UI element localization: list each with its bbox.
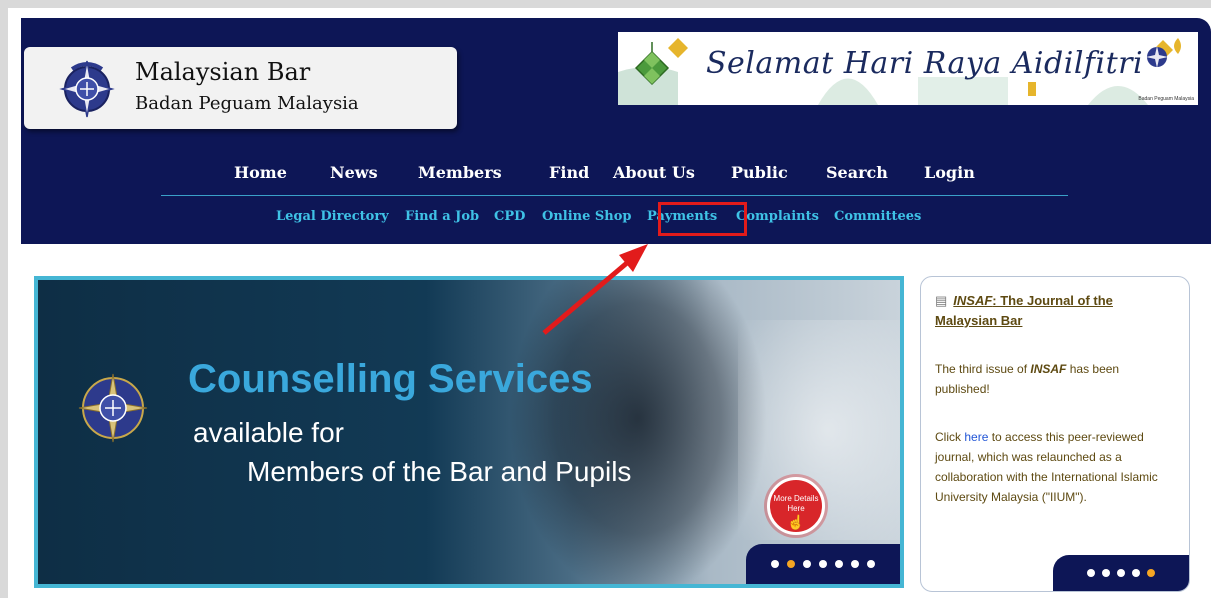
insaf-body-pre: Click [935, 430, 965, 444]
hero-slide-dot-4[interactable] [819, 560, 827, 568]
hero-subtitle-line2: Members of the Bar and Pupils [247, 456, 632, 487]
hero-slide-dot-5[interactable] [835, 560, 843, 568]
subnav-cpd[interactable]: CPD [494, 209, 525, 224]
insaf-card-intro: The third issue of INSAF has been publis… [935, 359, 1175, 399]
insaf-card-title[interactable]: ▤ INSAF: The Journal of the Malaysian Bar [935, 291, 1175, 331]
insaf-title-em: INSAF [953, 293, 993, 308]
hero-title: Counselling Services [188, 357, 593, 401]
banner-caption: Badan Peguam Malaysia [1138, 96, 1194, 102]
nav-members[interactable]: Members [418, 163, 502, 182]
browser-viewport: Malaysian Bar Badan Peguam Malaysia Sela… [8, 8, 1211, 598]
banner-greeting: Selamat Hari Raya Aidilfitri [706, 46, 1144, 81]
side-slide-dot-1[interactable] [1087, 569, 1095, 577]
hero-emblem-icon [78, 373, 148, 443]
nav-login[interactable]: Login [924, 163, 975, 182]
insaf-intro-em: INSAF [1030, 362, 1067, 376]
nav-about-us[interactable]: About Us [613, 163, 695, 182]
side-slide-dot-2[interactable] [1102, 569, 1110, 577]
insaf-intro-pre: The third issue of [935, 362, 1031, 376]
hero-slide-dot-1[interactable] [771, 560, 779, 568]
hero-slide-dot-3[interactable] [803, 560, 811, 568]
subnav-committees[interactable]: Committees [834, 209, 921, 224]
nav-public[interactable]: Public [731, 163, 788, 182]
payments-highlight-box [658, 202, 747, 236]
nav-home[interactable]: Home [234, 163, 287, 182]
nav-search[interactable]: Search [826, 163, 888, 182]
subnav-complaints[interactable]: Complaints [736, 209, 819, 224]
subnav-legal-directory[interactable]: Legal Directory [276, 209, 389, 224]
subnav-find-a-job[interactable]: Find a Job [405, 209, 479, 224]
hari-raya-banner: Selamat Hari Raya Aidilfitri Badan Pegua… [618, 32, 1198, 105]
more-details-label-2: Here [787, 504, 805, 513]
hero-pagination [746, 544, 900, 584]
banner-emblem-icon [1146, 46, 1168, 68]
hero-slide-dot-2[interactable] [787, 560, 795, 568]
nav-news[interactable]: News [330, 163, 378, 182]
more-details-label: More Details [773, 494, 819, 503]
site-header: Malaysian Bar Badan Peguam Malaysia Sela… [21, 18, 1211, 244]
calendar-icon: ▤ [935, 293, 948, 308]
hero-carousel[interactable]: Counselling Services available for Membe… [34, 276, 904, 588]
hero-slide-dot-7[interactable] [867, 560, 875, 568]
pointer-hand-icon: ☝ [787, 514, 805, 530]
subnav-online-shop[interactable]: Online Shop [542, 209, 632, 224]
side-slide-dot-4[interactable] [1132, 569, 1140, 577]
more-details-button[interactable]: More Details Here ☝ [767, 477, 825, 535]
logo-subtitle: Badan Peguam Malaysia [135, 93, 359, 114]
side-pagination [1053, 555, 1189, 591]
insaf-news-card: ▤ INSAF: The Journal of the Malaysian Bar… [920, 276, 1190, 592]
hero-silhouette [508, 280, 768, 584]
hero-slide-dot-6[interactable] [851, 560, 859, 568]
insaf-here-link[interactable]: here [964, 430, 988, 444]
logo-title: Malaysian Bar [135, 58, 311, 86]
nav-divider [161, 195, 1068, 196]
bar-emblem-icon [59, 60, 115, 118]
side-slide-dot-3[interactable] [1117, 569, 1125, 577]
side-slide-dot-5[interactable] [1147, 569, 1155, 577]
insaf-card-body: Click here to access this peer-reviewed … [935, 427, 1180, 507]
nav-find[interactable]: Find [549, 163, 589, 182]
hero-subtitle-line1: available for [193, 417, 344, 448]
site-logo[interactable]: Malaysian Bar Badan Peguam Malaysia [24, 47, 457, 129]
